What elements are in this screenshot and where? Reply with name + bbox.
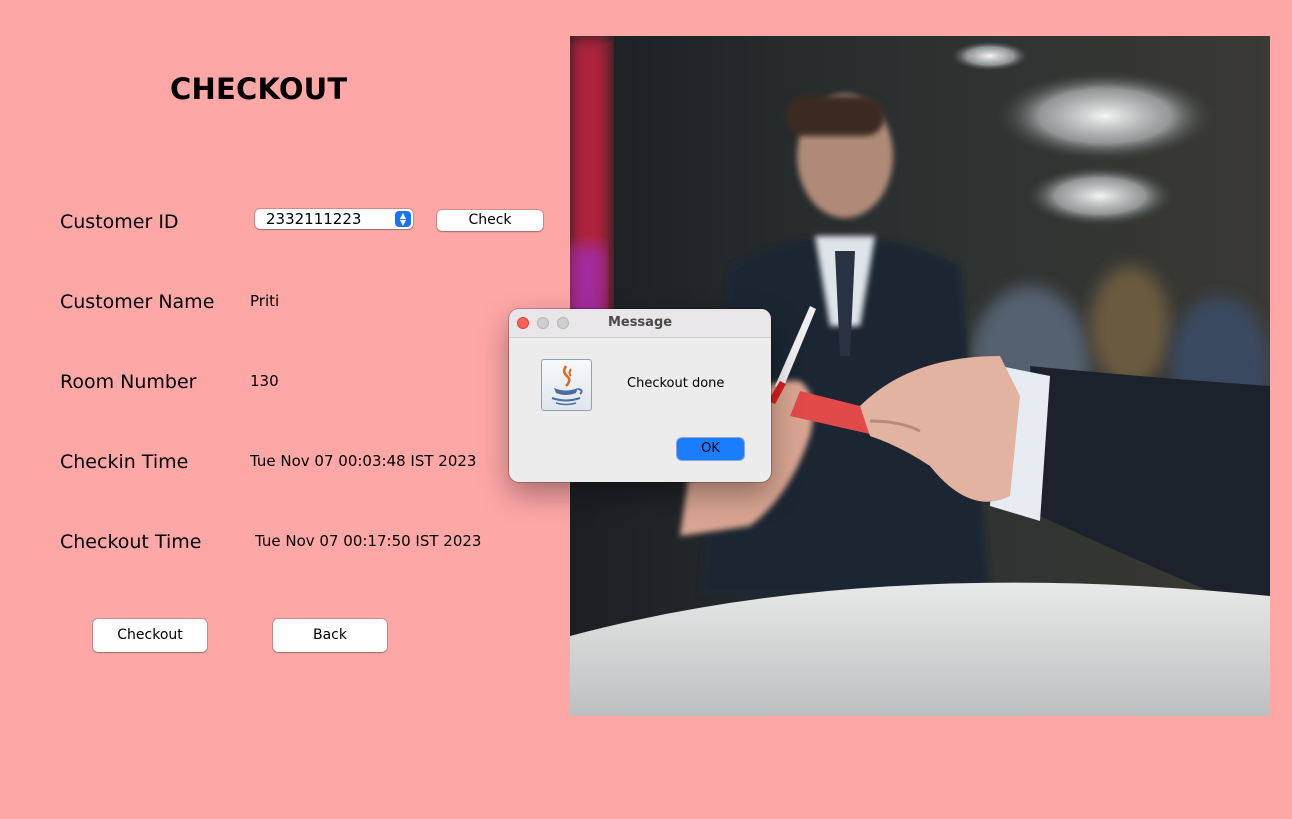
room-number-value: 130 xyxy=(250,372,279,390)
dialog-titlebar: Message xyxy=(509,309,771,338)
customer-id-value: 2332111223 xyxy=(266,210,362,228)
back-button[interactable]: Back xyxy=(273,619,387,652)
checkout-time-label: Checkout Time xyxy=(60,531,202,553)
chevron-updown-icon: ▲ ▼ xyxy=(395,211,411,227)
customer-name-label: Customer Name xyxy=(60,291,215,313)
dialog-title: Message xyxy=(607,315,673,330)
check-button[interactable]: Check xyxy=(437,210,543,231)
ok-button[interactable]: OK xyxy=(677,438,744,460)
checkout-button[interactable]: Checkout xyxy=(93,619,207,652)
customer-name-value: Priti xyxy=(250,292,280,310)
page-title: CHECKOUT xyxy=(170,72,348,106)
room-number-label: Room Number xyxy=(60,371,197,393)
checkin-time-label: Checkin Time xyxy=(60,451,189,473)
customer-id-select[interactable]: 2332111223 ▲ ▼ xyxy=(255,209,413,229)
customer-id-label: Customer ID xyxy=(60,211,179,233)
message-dialog: Message Checkout done OK xyxy=(509,309,771,482)
checkout-time-value: Tue Nov 07 00:17:50 IST 2023 xyxy=(255,532,482,550)
java-icon xyxy=(541,359,592,411)
dialog-message: Checkout done xyxy=(627,376,725,391)
checkin-time-value: Tue Nov 07 00:03:48 IST 2023 xyxy=(250,452,477,470)
